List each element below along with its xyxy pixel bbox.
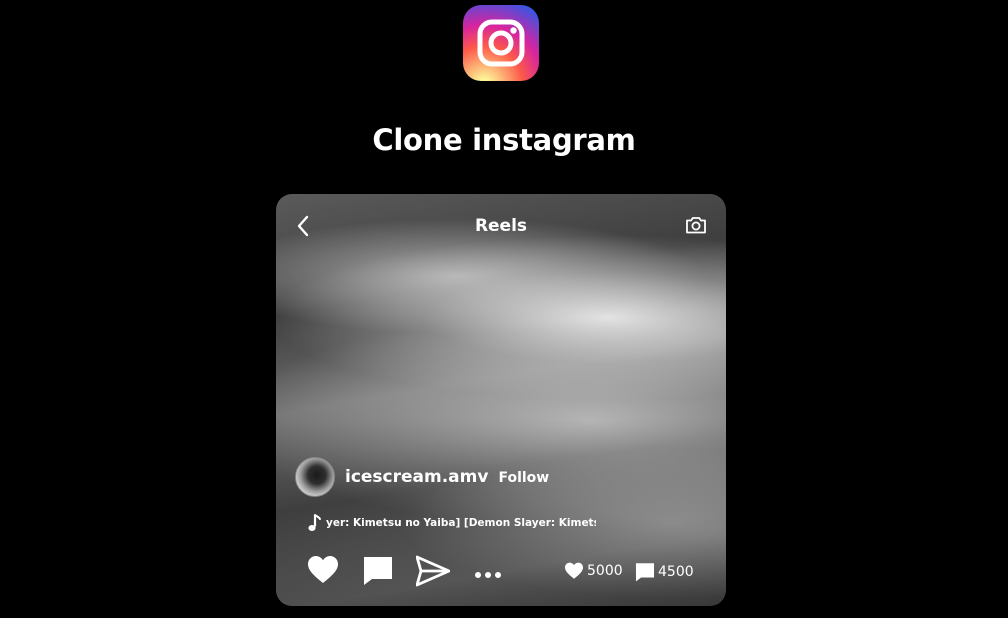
instagram-logo-icon (463, 5, 539, 81)
reel-card[interactable]: Reels icescream.amv Follow yer: Kimetsu … (276, 194, 726, 606)
reel-header: Reels (276, 211, 726, 241)
page-title: Clone instagram (372, 123, 636, 157)
music-track-label: yer: Kimetsu no Yaiba] [Demon Slayer: Ki… (326, 517, 596, 529)
comments-value: 4500 (658, 564, 694, 580)
heart-icon[interactable] (307, 555, 339, 585)
avatar[interactable] (295, 457, 335, 497)
likes-count: 5000 (564, 562, 623, 580)
comment-icon[interactable] (363, 555, 393, 586)
follow-button[interactable]: Follow (498, 470, 549, 486)
reel-actions: 5000 4500 (276, 554, 726, 588)
page: Clone instagram Reels icescream.amv Foll… (0, 0, 1008, 618)
heart-small-icon (565, 562, 583, 579)
likes-value: 5000 (587, 563, 623, 579)
more-icon[interactable] (474, 565, 502, 578)
reel-title: Reels (474, 216, 528, 236)
comment-small-icon (635, 563, 655, 582)
send-icon[interactable] (415, 555, 451, 587)
reel-author: icescream.amv Follow (295, 457, 549, 497)
username[interactable]: icescream.amv (345, 467, 488, 487)
camera-icon[interactable] (684, 213, 708, 237)
music-track[interactable]: yer: Kimetsu no Yaiba] [Demon Slayer: Ki… (306, 512, 606, 534)
music-note-icon (306, 513, 322, 533)
comments-count: 4500 (635, 562, 694, 582)
